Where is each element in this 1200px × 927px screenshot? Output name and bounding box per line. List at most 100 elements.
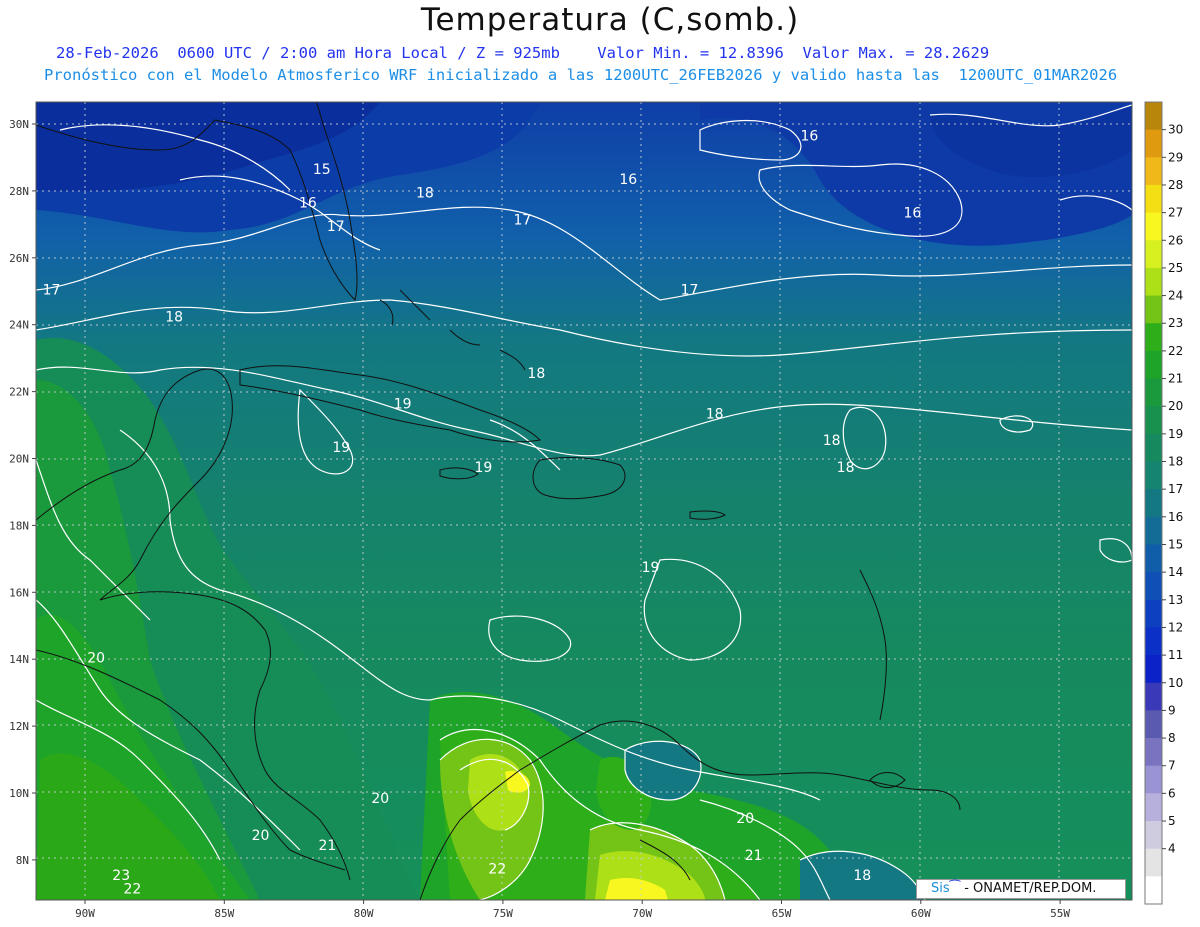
colorbar-swatch xyxy=(1145,461,1162,490)
colorbar-swatch xyxy=(1145,572,1162,601)
colorbar-swatch xyxy=(1145,710,1162,739)
lon-label: 60W xyxy=(911,907,931,920)
contour-label: 19 xyxy=(332,440,350,456)
colorbar-swatch xyxy=(1145,655,1162,684)
contour-label: 20 xyxy=(252,828,270,844)
contour-label: 21 xyxy=(745,848,763,864)
colorbar-swatch xyxy=(1145,793,1162,822)
contour-label: 15 xyxy=(313,162,331,178)
colorbar-label: 7 xyxy=(1168,759,1176,773)
colorbar-label: 25 xyxy=(1168,261,1183,275)
colorbar-swatch xyxy=(1145,848,1162,877)
contour-label: 16 xyxy=(904,206,922,222)
contour-label: 20 xyxy=(87,651,105,667)
contour-label: 17 xyxy=(681,283,699,299)
lat-label: 16N xyxy=(9,586,29,599)
contour-label: 19 xyxy=(394,396,412,412)
colorbar-label: 11 xyxy=(1168,648,1183,662)
colorbar-swatch xyxy=(1145,489,1162,518)
lon-label: 85W xyxy=(214,907,234,920)
contour-label: 18 xyxy=(706,406,724,422)
credit-box: Sis⁀ - ONAMET/REP.DOM. xyxy=(916,879,1126,899)
lon-label: 80W xyxy=(354,907,374,920)
colorbar-label: 26 xyxy=(1168,233,1183,247)
colorbar-label: 18 xyxy=(1168,455,1183,469)
colorbar-swatch xyxy=(1145,765,1162,794)
colorbar-swatch xyxy=(1145,240,1162,269)
colorbar-label: 16 xyxy=(1168,510,1183,524)
colorbar-swatch xyxy=(1145,738,1162,767)
colorbar-swatch xyxy=(1145,157,1162,186)
colorbar: 30 29 28 27 26 25 24 23 22 21 20 19 18 17 16 15 14 13 12 11… xyxy=(1144,101,1183,905)
contour-label: 18 xyxy=(853,868,871,884)
contour-label: 17 xyxy=(513,212,531,228)
colorbar-swatch xyxy=(1145,433,1162,463)
colorbar-swatch xyxy=(1145,544,1162,573)
colorbar-swatch xyxy=(1145,267,1162,297)
lat-label: 20N xyxy=(9,453,29,466)
contour-label: 22 xyxy=(123,881,141,897)
lat-label: 30N xyxy=(9,118,29,131)
colorbar-label: 5 xyxy=(1168,814,1176,828)
colorbar-label: 29 xyxy=(1168,150,1183,164)
colorbar-swatch xyxy=(1145,350,1162,380)
colorbar-swatch xyxy=(1145,129,1162,158)
lon-label: 90W xyxy=(75,907,95,920)
colorbar-swatch xyxy=(1145,102,1162,131)
colorbar-swatch xyxy=(1145,627,1162,656)
colorbar-label: 4 xyxy=(1168,842,1176,856)
colorbar-swatch xyxy=(1145,876,1162,905)
lon-label: 75W xyxy=(493,907,513,920)
colorbar-label: 13 xyxy=(1168,593,1183,607)
lat-label: 28N xyxy=(9,185,29,198)
colorbar-swatch xyxy=(1145,599,1162,628)
contour-label: 21 xyxy=(318,838,336,854)
temperature-map: 30N 28N 26N 24N 22N 20N 18N 16N 14N 12N 10N 8N 90W 8… xyxy=(9,101,1183,920)
contour-label: 20 xyxy=(371,791,389,807)
lat-label: 22N xyxy=(9,386,29,399)
colorbar-label: 10 xyxy=(1168,676,1183,690)
contour-label: 17 xyxy=(327,219,345,235)
colorbar-label: 15 xyxy=(1168,537,1183,551)
colorbar-swatch xyxy=(1145,682,1162,711)
contour-label: 18 xyxy=(527,366,545,382)
credit-org: - ONAMET/REP.DOM. xyxy=(960,881,1097,896)
colorbar-label: 8 xyxy=(1168,731,1176,745)
contour-label: 16 xyxy=(619,172,637,188)
contour-label: 16 xyxy=(299,196,317,212)
colorbar-swatch xyxy=(1145,323,1162,352)
lon-label: 65W xyxy=(772,907,792,920)
colorbar-label: 24 xyxy=(1168,289,1183,303)
colorbar-label: 20 xyxy=(1168,399,1183,413)
longitude-labels: 90W 85W 80W 75W 70W 65W 60W 55W xyxy=(75,900,1070,920)
contour-label: 18 xyxy=(165,309,183,325)
contour-label: 22 xyxy=(488,861,506,877)
colorbar-swatch xyxy=(1145,212,1162,241)
wave-logo-icon: ⁀ xyxy=(949,881,961,896)
colorbar-swatch xyxy=(1145,378,1162,407)
lat-label: 10N xyxy=(9,787,29,800)
lat-label: 24N xyxy=(9,319,29,332)
colorbar-swatch xyxy=(1145,406,1162,435)
colorbar-label: 19 xyxy=(1168,427,1183,441)
lat-label: 8N xyxy=(16,854,29,867)
colorbar-label: 6 xyxy=(1168,786,1176,800)
contour-label: 17 xyxy=(43,283,61,299)
temperature-field xyxy=(36,102,1132,900)
contour-label: 18 xyxy=(823,433,841,449)
lat-label: 12N xyxy=(9,720,29,733)
colorbar-label: 14 xyxy=(1168,565,1183,579)
lat-label: 26N xyxy=(9,252,29,265)
contour-label: 20 xyxy=(736,811,754,827)
lat-label: 18N xyxy=(9,519,29,532)
lon-label: 70W xyxy=(632,907,652,920)
lon-label: 55W xyxy=(1050,907,1070,920)
credit-sis: Sis xyxy=(931,881,950,896)
colorbar-label: 30 xyxy=(1168,123,1183,137)
colorbar-swatch xyxy=(1145,295,1162,324)
colorbar-label: 22 xyxy=(1168,344,1183,358)
contour-label: 18 xyxy=(837,460,855,476)
colorbar-label: 28 xyxy=(1168,178,1183,192)
colorbar-swatch xyxy=(1145,184,1162,214)
colorbar-label: 27 xyxy=(1168,206,1183,220)
